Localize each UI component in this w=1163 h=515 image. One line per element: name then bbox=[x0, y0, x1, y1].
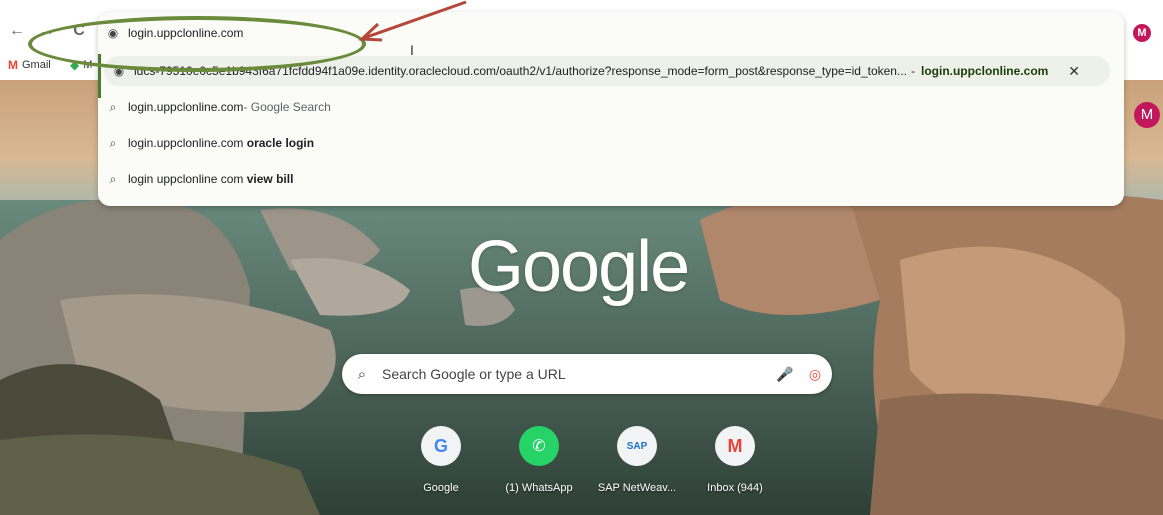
back-button[interactable]: ← bbox=[8, 22, 26, 40]
shortcut-whatsapp[interactable]: ✆ (1) WhatsApp bbox=[494, 426, 584, 494]
suggestion-bold: view bill bbox=[246, 172, 294, 186]
profile-avatar-ntp[interactable]: M bbox=[1134, 102, 1160, 128]
suggestion-separator: - bbox=[910, 64, 915, 78]
google-lens-icon[interactable]: ◎ bbox=[798, 366, 832, 383]
shortcut-google[interactable]: G Google bbox=[396, 426, 486, 494]
search-icon: ⌕ bbox=[357, 365, 367, 383]
bookmark-gmail[interactable]: M Gmail bbox=[8, 58, 51, 72]
shortcut-sap[interactable]: SAP SAP NetWeav... bbox=[592, 426, 682, 494]
search-icon: ⌕ bbox=[109, 135, 117, 150]
google-icon: G bbox=[421, 426, 461, 466]
microphone-icon[interactable]: 🎤 bbox=[772, 366, 798, 383]
suggestion-row-1[interactable]: ⌕ login.uppclonline.com - Google Search bbox=[98, 92, 1124, 122]
annotation-arrow bbox=[358, 0, 467, 42]
shortcut-label: Inbox (944) bbox=[707, 482, 763, 494]
suggestion-row-2[interactable]: ⌕ login.uppclonline.com oracle login bbox=[98, 128, 1124, 158]
shortcut-label: Google bbox=[423, 482, 459, 494]
google-logo: Google bbox=[468, 227, 690, 307]
gmail-icon: M bbox=[8, 58, 18, 72]
suggestion-bold: oracle login bbox=[246, 136, 315, 150]
whatsapp-icon: ✆ bbox=[519, 426, 559, 466]
suggestion-text: login.uppclonline.com bbox=[128, 136, 247, 150]
suggestion-text: login.uppclonline.com bbox=[128, 100, 244, 114]
shortcut-label: SAP NetWeav... bbox=[597, 482, 677, 494]
suggestion-suffix: - Google Search bbox=[243, 100, 331, 114]
suggestion-text: login uppclonline com bbox=[128, 172, 247, 186]
shortcut-inbox[interactable]: M Inbox (944) bbox=[690, 426, 780, 494]
shortcut-label: (1) WhatsApp bbox=[505, 482, 573, 494]
profile-avatar-toolbar[interactable]: M bbox=[1133, 24, 1151, 42]
suggestion-domain: login.uppclonline.com bbox=[920, 64, 1049, 78]
ntp-search-box[interactable]: ⌕ Search Google or type a URL 🎤 ◎ bbox=[342, 354, 832, 394]
search-placeholder: Search Google or type a URL bbox=[382, 366, 566, 382]
sap-icon: SAP bbox=[617, 426, 657, 466]
annotation-ellipse bbox=[28, 16, 366, 72]
suggestion-row-3[interactable]: ⌕ login uppclonline com view bill bbox=[98, 164, 1124, 194]
gmail-icon: M bbox=[715, 426, 755, 466]
search-icon: ⌕ bbox=[109, 99, 117, 114]
bookmark-label: Gmail bbox=[22, 59, 51, 71]
search-icon: ⌕ bbox=[109, 171, 117, 186]
remove-suggestion-button[interactable]: ✕ bbox=[1068, 63, 1080, 80]
